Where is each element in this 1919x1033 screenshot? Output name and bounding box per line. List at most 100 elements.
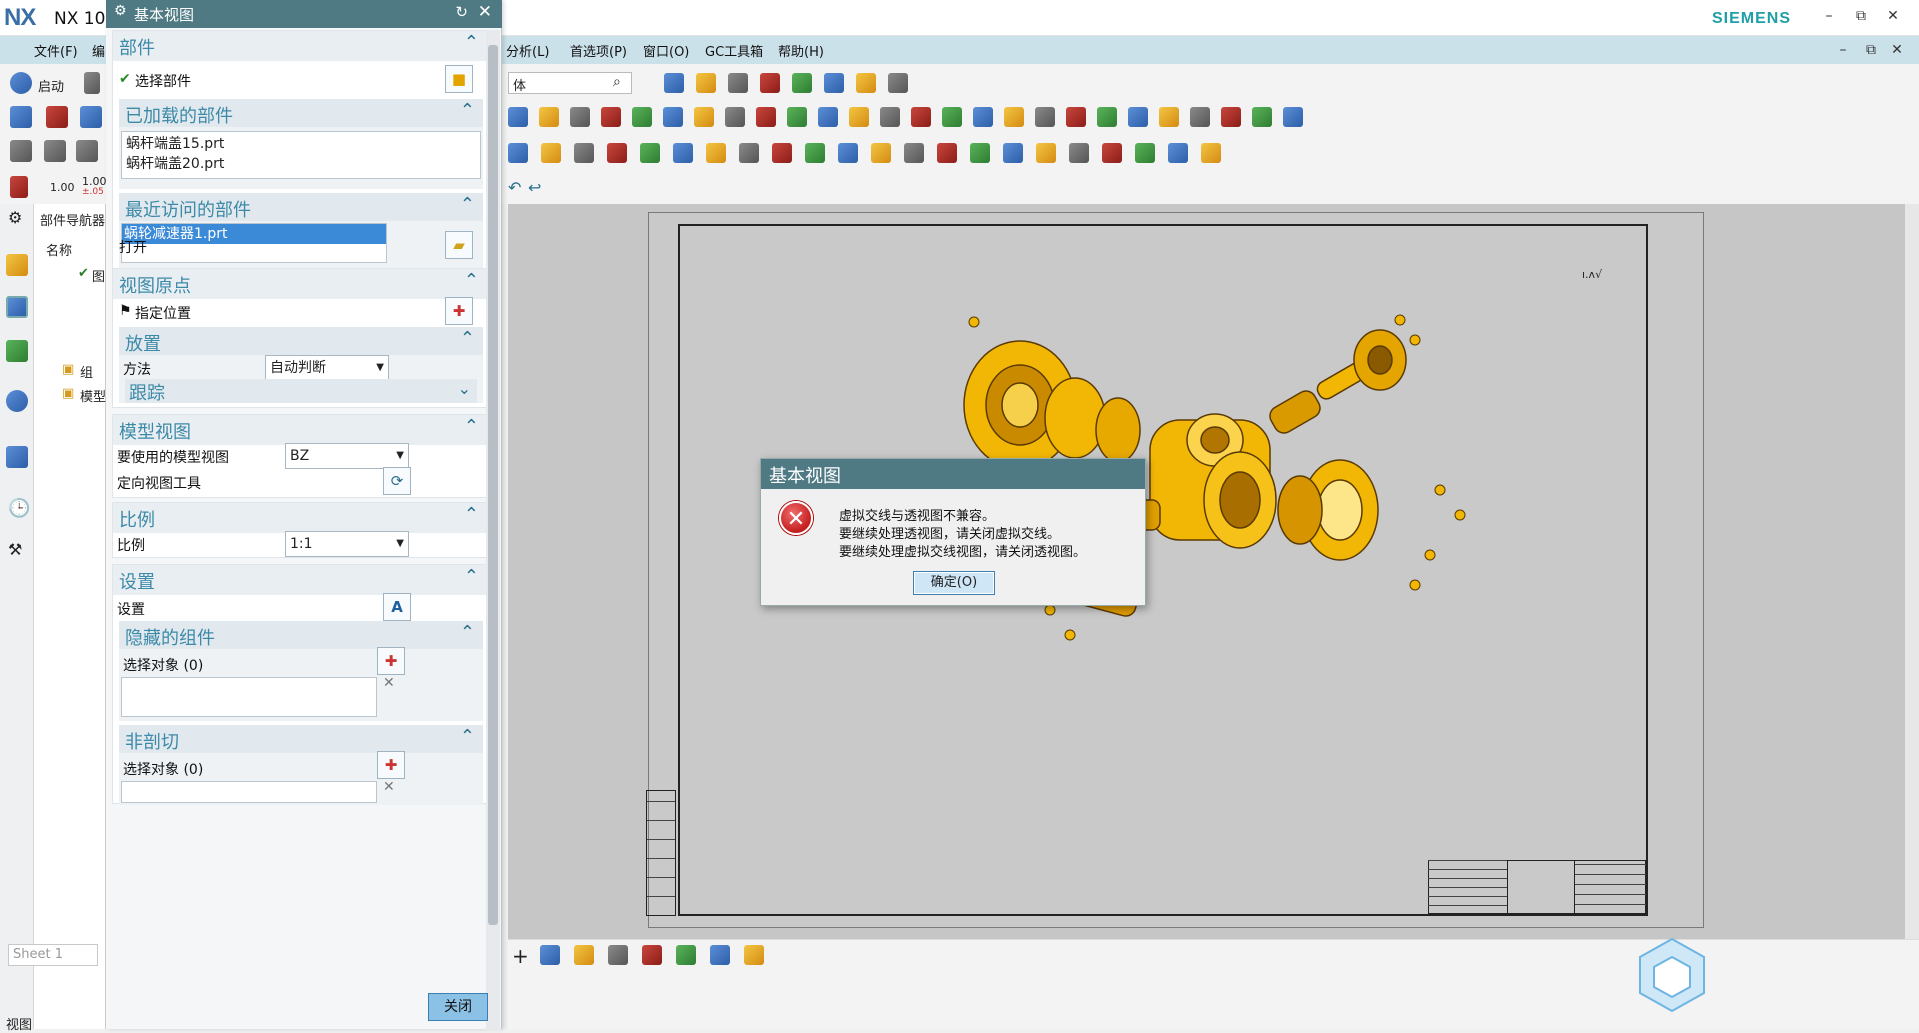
toolbar-tool-icon[interactable]	[760, 73, 780, 93]
sheet-tool-icon[interactable]	[80, 106, 102, 128]
menu-help[interactable]: 帮助(H)	[778, 41, 824, 60]
toolbar-tool-icon[interactable]	[942, 107, 962, 127]
toolbar-tool-icon[interactable]	[608, 945, 628, 965]
scale-header[interactable]: 比例 ⌃	[113, 503, 487, 533]
remove-icon[interactable]: ✕	[383, 779, 395, 795]
select-part-button[interactable]: ■	[445, 65, 473, 93]
model-view-header[interactable]: 模型视图 ⌃	[113, 415, 487, 445]
toolbar-tool-icon[interactable]	[1036, 143, 1056, 163]
remove-icon[interactable]: ✕	[383, 675, 395, 691]
minimize-button[interactable]: –	[1818, 8, 1840, 26]
toolbar-tool-icon[interactable]	[673, 143, 693, 163]
menu-preferences[interactable]: 首选项(P)	[570, 41, 627, 60]
part-nav-icon[interactable]	[6, 296, 28, 318]
toolbar-tool-icon[interactable]	[880, 107, 900, 127]
dimension-icon[interactable]	[10, 176, 28, 198]
refresh-icon[interactable]: ↻	[455, 3, 468, 21]
recent-parts-header[interactable]: 最近访问的部件 ⌃	[119, 193, 483, 221]
toolbar-tool-icon[interactable]	[607, 143, 627, 163]
search-icon[interactable]: ⌕	[613, 74, 621, 90]
model-view-dropdown[interactable]: BZ ▼	[285, 443, 409, 469]
toolbar-tool-icon[interactable]	[663, 107, 683, 127]
toolbar-tool-icon[interactable]	[805, 143, 825, 163]
hidden-components-list[interactable]	[121, 677, 377, 717]
method-dropdown[interactable]: 自动判断 ▼	[265, 355, 389, 381]
toolbar-tool-icon[interactable]	[1168, 143, 1188, 163]
decimal-scale-a[interactable]: 1.00	[50, 181, 75, 194]
toolbar-tool-icon[interactable]	[911, 107, 931, 127]
toolbar-tool-icon[interactable]	[888, 73, 908, 93]
toolbar-tool-icon[interactable]	[570, 107, 590, 127]
chevron-up-icon[interactable]: ⌃	[460, 726, 475, 747]
hidden-select-button[interactable]: ✚	[377, 647, 405, 675]
navigator-node-group[interactable]: 组	[80, 362, 93, 381]
menu-edit[interactable]: 编	[92, 41, 105, 60]
toolbar-tool-icon[interactable]	[871, 143, 891, 163]
toolbar-tool-icon[interactable]	[1102, 143, 1122, 163]
role-icon[interactable]: ⚒	[8, 540, 22, 559]
loaded-parts-list[interactable]: 蜗杆端盖15.prt 蜗杆端盖20.prt	[121, 131, 481, 179]
toolbar-tool-icon[interactable]	[824, 73, 844, 93]
drawing-tool-icon[interactable]	[10, 106, 32, 128]
settings-header[interactable]: 设置 ⌃	[113, 565, 487, 595]
navigator-node-drawing[interactable]: 图	[92, 266, 105, 285]
toolbar-tool-icon[interactable]	[973, 107, 993, 127]
toolbar-tool-icon[interactable]	[574, 945, 594, 965]
add-icon[interactable]: +	[512, 944, 529, 968]
toolbar-tool-icon[interactable]	[574, 143, 594, 163]
toolbar-tool-icon[interactable]	[539, 107, 559, 127]
menu-gc-toolbox[interactable]: GC工具箱	[705, 41, 763, 60]
toolbar-tool-icon[interactable]	[1004, 107, 1024, 127]
toolbar-tool-icon[interactable]	[744, 945, 764, 965]
restore-button[interactable]: ⧉	[1850, 8, 1872, 26]
layers-icon[interactable]	[76, 140, 98, 162]
graphics-scrollbar[interactable]	[1905, 204, 1919, 939]
recent-parts-list[interactable]: 蜗轮减速器1.prt	[121, 223, 387, 263]
assembly-nav-icon[interactable]	[6, 254, 28, 276]
settings-button[interactable]: A	[383, 593, 411, 621]
hidden-components-header[interactable]: 隐藏的组件 ⌃	[119, 621, 483, 649]
navigator-column-name[interactable]: 名称	[46, 240, 72, 259]
toolbar-tool-icon[interactable]	[756, 107, 776, 127]
chevron-up-icon[interactable]: ⌃	[464, 32, 479, 53]
toolbar-tool-icon[interactable]	[541, 143, 561, 163]
toolbar-tool-icon[interactable]	[970, 143, 990, 163]
toolbar-tool-icon[interactable]	[601, 107, 621, 127]
chevron-up-icon[interactable]: ⌃	[464, 566, 479, 587]
toolbar-tool-icon[interactable]	[1035, 107, 1055, 127]
gear-icon[interactable]: ⚙	[114, 3, 127, 19]
toolbar-tool-icon[interactable]	[1097, 107, 1117, 127]
toolbar-tool-icon[interactable]	[508, 107, 528, 127]
toolbar-tool-icon[interactable]	[838, 143, 858, 163]
toolbar-tool-icon[interactable]	[792, 73, 812, 93]
toolbar-tool-icon[interactable]	[904, 143, 924, 163]
non-section-list[interactable]	[121, 781, 377, 803]
list-item[interactable]: 蜗杆端盖20.prt	[126, 154, 224, 174]
toolbar-tool-icon[interactable]	[856, 73, 876, 93]
chevron-up-icon[interactable]: ⌃	[460, 194, 475, 215]
doc-minimize-button[interactable]: –	[1832, 42, 1854, 60]
toolbar-tool-icon[interactable]	[1066, 107, 1086, 127]
toolbar-tool-icon[interactable]	[1221, 107, 1241, 127]
doc-restore-button[interactable]: ⧉	[1860, 42, 1882, 60]
close-icon[interactable]: ✕	[478, 2, 492, 22]
open-button[interactable]: ▰	[445, 231, 473, 259]
toolbar-tool-icon[interactable]	[632, 107, 652, 127]
navigator-node-model[interactable]: 模型	[80, 386, 106, 405]
menu-window[interactable]: 窗口(O)	[643, 41, 689, 60]
list-item[interactable]: 蜗杆端盖15.prt	[126, 134, 224, 154]
orient-view-tool-button[interactable]: ⟳	[383, 467, 411, 495]
view-origin-header[interactable]: 视图原点 ⌃	[113, 269, 487, 299]
reuse-library-icon[interactable]	[6, 340, 28, 362]
toolbar-tool-icon[interactable]	[772, 143, 792, 163]
toolbar-tool-icon[interactable]	[676, 945, 696, 965]
toolbar-tool-icon[interactable]	[508, 143, 528, 163]
stack-icon[interactable]	[44, 140, 66, 162]
toolbar-tool-icon[interactable]	[1252, 107, 1272, 127]
close-button[interactable]: 关闭	[428, 993, 488, 1021]
menu-analysis[interactable]: 分析(L)	[506, 41, 549, 60]
specify-location-button[interactable]: ✚	[445, 297, 473, 325]
chevron-down-icon[interactable]: ⌄	[458, 379, 471, 398]
undo-icon[interactable]: ↶	[508, 178, 521, 197]
close-window-button[interactable]: ✕	[1882, 8, 1904, 26]
